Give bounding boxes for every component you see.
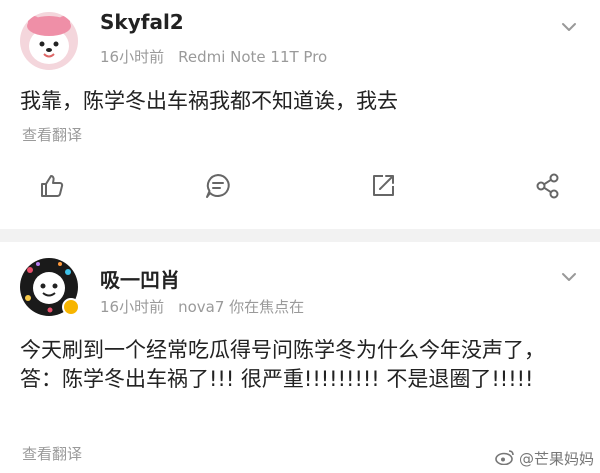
repost-icon[interactable] (369, 172, 397, 200)
weibo-logo-icon (495, 449, 515, 469)
translate-link[interactable]: 查看翻译 (22, 124, 82, 145)
comment-card: 吸一凹肖 16小时前 nova7 你在焦点在 今天刷到一个经常吃瓜得号问陈学冬为什… (0, 242, 600, 473)
post-device: Redmi Note 11T Pro (178, 48, 328, 66)
action-bar (0, 172, 600, 204)
username[interactable]: 吸一凹肖 (100, 264, 180, 293)
comment-card: Skyfal2 16小时前 Redmi Note 11T Pro 我靠，陈学冬出车… (0, 0, 600, 229)
watermark: @芒果妈妈 (495, 448, 594, 469)
like-icon[interactable] (38, 172, 66, 200)
translate-link[interactable]: 查看翻译 (22, 443, 82, 464)
post-meta: 16小时前 Redmi Note 11T Pro (100, 46, 327, 67)
post-device: nova7 你在焦点在 (178, 298, 305, 316)
comment-icon[interactable] (204, 172, 232, 200)
chevron-down-icon[interactable] (556, 264, 582, 290)
verified-badge-icon (62, 298, 80, 316)
share-icon[interactable] (534, 172, 562, 200)
chevron-down-icon[interactable] (556, 14, 582, 40)
username[interactable]: Skyfal2 (100, 10, 184, 34)
avatar[interactable] (20, 12, 78, 70)
post-time: 16小时前 (100, 298, 165, 316)
watermark-text: @芒果妈妈 (518, 450, 594, 468)
post-separator (0, 229, 600, 242)
post-content: 我靠，陈学冬出车祸我都不知道诶，我去 (20, 89, 398, 113)
post-content: 今天刷到一个经常吃瓜得号问陈学冬为什么今年没声了，答：陈学冬出车祸了!!! 很严… (20, 338, 545, 391)
post-time: 16小时前 (100, 48, 165, 66)
post-meta: 16小时前 nova7 你在焦点在 (100, 296, 304, 317)
